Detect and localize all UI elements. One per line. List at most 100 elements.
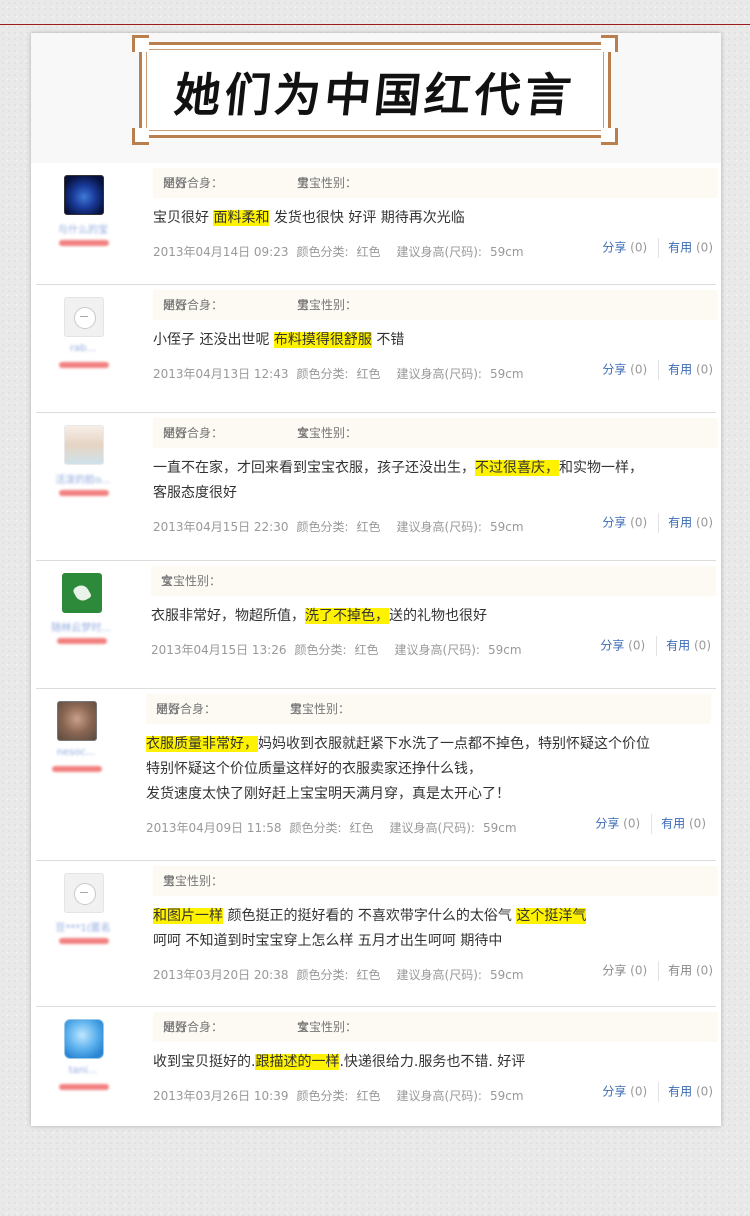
- share-button[interactable]: 分享 (0): [602, 516, 647, 530]
- avatar[interactable]: [62, 573, 102, 613]
- text-segment: 和实物一样，: [559, 460, 643, 476]
- fit-value: 刚好: [156, 702, 181, 716]
- review-attributes-bar: 宝宝性别：男: [153, 866, 718, 896]
- gender-value: 男: [297, 176, 310, 190]
- color-attribute: 颜色分类: 红色: [296, 245, 388, 259]
- color-attribute: 颜色分类: 红色: [296, 367, 388, 381]
- share-label[interactable]: 分享: [602, 516, 626, 530]
- username[interactable]: nesoc...: [44, 747, 108, 758]
- useful-label[interactable]: 有用: [668, 363, 692, 377]
- review-text: 小侄子 还没出世呢 布料摸得很舒服 不错: [153, 328, 693, 353]
- username[interactable]: rab...: [51, 343, 115, 354]
- review-item: nesoc... 是否合身： 刚好 宝宝性别：男衣服质量非常好，妈妈收到衣服就赶紧下水…: [31, 689, 721, 861]
- useful-button[interactable]: 有用 (0): [668, 516, 713, 530]
- avatar[interactable]: [64, 175, 104, 215]
- share-button[interactable]: 分享 (0): [600, 639, 645, 653]
- highlighted-phrase: 和图片一样: [153, 908, 223, 924]
- text-segment: 颜色挺正的挺好看的 不喜欢带字什么的太俗气: [223, 908, 517, 924]
- highlighted-phrase: 面料柔和: [213, 210, 270, 226]
- share-button[interactable]: 分享 (0): [602, 363, 647, 377]
- size-label: 建议身高(尺码):: [396, 968, 482, 982]
- share-label[interactable]: 分享: [600, 639, 624, 653]
- highlighted-phrase: 这个挺洋气: [516, 908, 587, 924]
- review-date: 2013年04月13日 12:43: [153, 367, 289, 381]
- highlighted-phrase: 跟描述的一样: [255, 1054, 340, 1070]
- avatar[interactable]: [57, 701, 97, 741]
- useful-button[interactable]: 有用 (0): [668, 964, 713, 978]
- review-text-line: 客服态度很好: [153, 481, 693, 506]
- useful-label[interactable]: 有用: [668, 1085, 692, 1099]
- color-value: 红色: [356, 520, 381, 534]
- review-date: 2013年03月20日 20:38: [153, 968, 289, 982]
- size-label: 建议身高(尺码):: [396, 1089, 482, 1103]
- share-label[interactable]: 分享: [602, 363, 626, 377]
- username[interactable]: 随林云梦时...: [49, 619, 113, 634]
- color-attribute: 颜色分类: 红色: [294, 643, 386, 657]
- action-divider: [658, 513, 660, 533]
- share-button[interactable]: 分享 (0): [602, 964, 647, 978]
- gender-value: 女: [297, 1020, 310, 1034]
- avatar[interactable]: [64, 1019, 104, 1059]
- useful-button[interactable]: 有用 (0): [666, 639, 711, 653]
- username[interactable]: 活泼的脸o...: [51, 471, 115, 486]
- fit-value: 刚好: [163, 1020, 188, 1034]
- avatar[interactable]: [64, 425, 104, 465]
- useful-button[interactable]: 有用 (0): [668, 241, 713, 255]
- review-text: 一直不在家，才回来看到宝宝衣服，孩子还没出生，不过很喜庆，和实物一样， 客服态度很…: [153, 456, 693, 506]
- size-attribute: 建议身高(尺码): 59cm: [390, 821, 525, 835]
- gender-value: 男: [163, 874, 176, 888]
- text-segment: 衣服非常好，物超所值，: [151, 608, 305, 624]
- share-label[interactable]: 分享: [602, 964, 626, 978]
- avatar[interactable]: [64, 297, 104, 337]
- review-date: 2013年03月26日 10:39: [153, 1089, 289, 1103]
- useful-label[interactable]: 有用: [666, 639, 690, 653]
- useful-label[interactable]: 有用: [668, 964, 692, 978]
- useful-button[interactable]: 有用 (0): [668, 1085, 713, 1099]
- size-value: 59cm: [489, 520, 524, 534]
- review-text-line: 发货速度太快了刚好赶上宝宝明天满月穿，真是太开心了！: [146, 782, 686, 807]
- avatar[interactable]: [64, 873, 104, 913]
- fit-value: 刚好: [163, 176, 188, 190]
- useful-button[interactable]: 有用 (0): [661, 817, 706, 831]
- useful-label[interactable]: 有用: [668, 516, 692, 530]
- review-date: 2013年04月15日 22:30: [153, 520, 289, 534]
- review-meta: 2013年04月09日 11:58 颜色分类: 红色 建议身高(尺码): 59cm: [146, 819, 533, 836]
- color-label: 颜色分类:: [289, 821, 342, 835]
- review-item: rab... 是否合身： 刚好 宝宝性别：男小侄子 还没出世呢 布料摸得很舒服 不错 2…: [31, 285, 721, 413]
- default-avatar-icon: [74, 883, 96, 905]
- share-button[interactable]: 分享 (0): [602, 241, 647, 255]
- text-segment: 客服态度很好: [153, 485, 237, 501]
- username[interactable]: 豆***1(匿名: [51, 919, 115, 934]
- share-button[interactable]: 分享 (0): [595, 817, 640, 831]
- share-button[interactable]: 分享 (0): [602, 1085, 647, 1099]
- banner-corner-ornament: [601, 35, 618, 52]
- size-attribute: 建议身高(尺码): 59cm: [397, 1089, 532, 1103]
- color-label: 颜色分类:: [296, 968, 349, 982]
- color-value: 红色: [356, 367, 381, 381]
- text-segment: 呵呵 不知道到时宝宝穿上怎么样 五月才出生呵呵 期待中: [153, 933, 503, 949]
- review-item: 随林云梦时... 宝宝性别：女衣服非常好，物超所值，洗了不掉色，送的礼物也很好 20…: [31, 561, 721, 689]
- share-label[interactable]: 分享: [602, 241, 626, 255]
- useful-label[interactable]: 有用: [668, 241, 692, 255]
- size-attribute: 建议身高(尺码): 59cm: [395, 643, 530, 657]
- useful-label[interactable]: 有用: [661, 817, 685, 831]
- share-label[interactable]: 分享: [602, 1085, 626, 1099]
- color-value: 红色: [356, 1089, 381, 1103]
- username[interactable]: 与什么的宝: [51, 221, 115, 236]
- share-label[interactable]: 分享: [595, 817, 619, 831]
- share-count: (0): [630, 362, 648, 377]
- banner-corner-ornament: [132, 128, 149, 145]
- review-text-line: 小侄子 还没出世呢 布料摸得很舒服 不错: [153, 328, 693, 353]
- useful-count: (0): [696, 362, 713, 377]
- useful-button[interactable]: 有用 (0): [668, 363, 713, 377]
- color-attribute: 颜色分类: 红色: [296, 1089, 388, 1103]
- username[interactable]: tani...: [51, 1065, 115, 1076]
- review-text: 和图片一样 颜色挺正的挺好看的 不喜欢带字什么的太俗气 这个挺洋气 呵呵 不知道到…: [153, 904, 693, 954]
- review-text: 收到宝贝挺好的.跟描述的一样.快递很给力.服务也不错. 好评: [153, 1050, 693, 1075]
- color-label: 颜色分类:: [296, 520, 349, 534]
- gender-value: 女: [161, 574, 174, 588]
- banner-title: 她们为中国红代言: [171, 68, 578, 122]
- size-value: 59cm: [487, 643, 522, 657]
- review-actions: 分享 (0) 有用 (0): [595, 814, 706, 834]
- share-count: (0): [630, 963, 648, 978]
